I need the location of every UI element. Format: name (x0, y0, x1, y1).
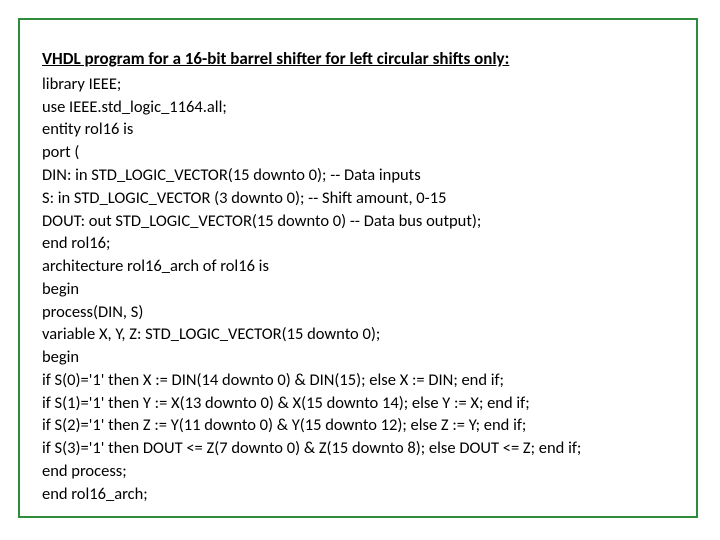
code-line: begin (42, 346, 674, 369)
code-line: end rol16; (42, 232, 674, 255)
code-line: use IEEE.std_logic_1164.all; (42, 96, 674, 119)
code-line: S: in STD_LOGIC_VECTOR (3 downto 0); -- … (42, 187, 674, 210)
code-line: DIN: in STD_LOGIC_VECTOR(15 downto 0); -… (42, 164, 674, 187)
title: VHDL program for a 16-bit barrel shifter… (42, 48, 674, 71)
code-line: port ( (42, 141, 674, 164)
code-line: end rol16_arch; (42, 483, 674, 506)
code-line: end process; (42, 460, 674, 483)
code-line: if S(1)='1' then Y := X(13 downto 0) & X… (42, 392, 674, 415)
code-line: if S(2)='1' then Z := Y(11 downto 0) & Y… (42, 414, 674, 437)
code-line: architecture rol16_arch of rol16 is (42, 255, 674, 278)
code-box: VHDL program for a 16-bit barrel shifter… (18, 18, 698, 518)
content-area: VHDL program for a 16-bit barrel shifter… (20, 20, 696, 515)
code-line: process(DIN, S) (42, 301, 674, 324)
code-line: library IEEE; (42, 73, 674, 96)
code-line: variable X, Y, Z: STD_LOGIC_VECTOR(15 do… (42, 323, 674, 346)
code-line: begin (42, 278, 674, 301)
code-line: if S(3)='1' then DOUT <= Z(7 downto 0) &… (42, 437, 674, 460)
code-line: DOUT: out STD_LOGIC_VECTOR(15 downto 0) … (42, 210, 674, 233)
code-line: if S(0)='1' then X := DIN(14 downto 0) &… (42, 369, 674, 392)
code-line: entity rol16 is (42, 118, 674, 141)
